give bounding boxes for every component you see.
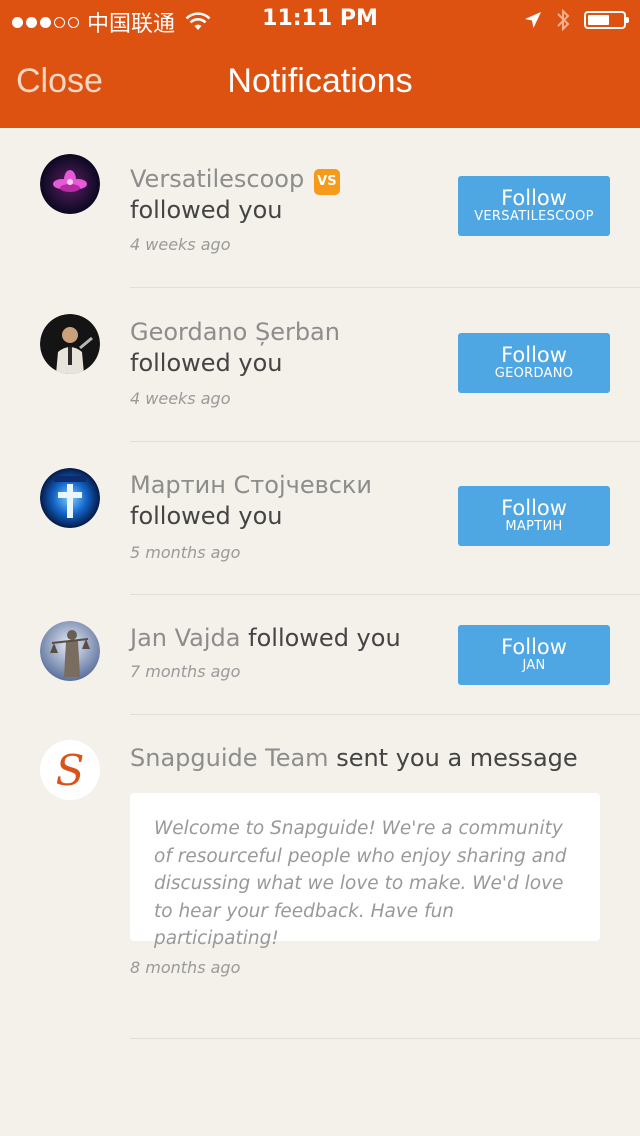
vs-badge-icon: VS: [313, 169, 340, 195]
notification-action: followed you: [248, 624, 401, 652]
avatar[interactable]: [40, 154, 100, 214]
notification-action: followed you: [130, 349, 283, 377]
snapguide-logo-avatar[interactable]: S: [40, 740, 100, 800]
follow-button[interactable]: Follow GEORDANO: [458, 333, 610, 393]
notification-time: 4 weeks ago: [130, 235, 231, 254]
notification-action: followed you: [130, 502, 283, 530]
notification-action: followed you: [130, 196, 283, 224]
divider: [130, 287, 640, 288]
follow-label: Follow: [501, 635, 567, 659]
page-title: Notifications: [227, 62, 413, 100]
notification-text: Jan Vajda followed you: [130, 623, 445, 654]
bluetooth-icon: [557, 8, 570, 32]
follow-button[interactable]: Follow МАРТИН: [458, 486, 610, 546]
navigation-bar: Close Notifications: [0, 40, 640, 128]
follow-label: Follow: [501, 186, 567, 210]
notification-text: Snapguide Team sent you a message: [130, 743, 600, 774]
notification-action: sent you a message: [336, 744, 578, 772]
divider: [130, 714, 640, 715]
message-box[interactable]: Welcome to Snapguide! We're a community …: [130, 793, 600, 949]
status-bar: 中国联通 11:11 PM: [0, 0, 640, 40]
notification-text: Geordano Șerban followed you: [130, 317, 445, 379]
location-arrow-icon: [525, 12, 541, 28]
snapguide-logo-letter: S: [56, 746, 85, 795]
follow-username: JAN: [522, 658, 546, 673]
follow-label: Follow: [501, 343, 567, 367]
follow-username: VERSATILESCOOP: [474, 209, 594, 224]
notification-text: Versatilescoop VS followed you: [130, 164, 445, 226]
follow-button[interactable]: Follow VERSATILESCOOP: [458, 176, 610, 236]
user-name[interactable]: Мартин Стојчевски: [130, 471, 372, 499]
notification-time: 5 months ago: [130, 543, 241, 562]
follow-label: Follow: [501, 496, 567, 520]
avatar[interactable]: [40, 621, 100, 681]
battery-icon: [584, 11, 629, 29]
user-name[interactable]: Snapguide Team: [130, 744, 329, 772]
divider: [130, 594, 640, 595]
user-name[interactable]: Geordano Șerban: [130, 318, 340, 346]
follow-username: МАРТИН: [505, 519, 563, 534]
notification-time: 4 weeks ago: [130, 389, 231, 408]
divider: [130, 1038, 640, 1039]
notification-time: 7 months ago: [130, 662, 241, 681]
notification-time: 8 months ago: [130, 958, 241, 977]
divider: [130, 441, 640, 442]
follow-button[interactable]: Follow JAN: [458, 625, 610, 685]
user-name[interactable]: Jan Vajda: [130, 624, 241, 652]
user-name[interactable]: Versatilescoop: [130, 165, 304, 193]
notification-text: Мартин Стојчевски followed you: [130, 470, 445, 532]
avatar[interactable]: [40, 314, 100, 374]
avatar[interactable]: [40, 468, 100, 528]
follow-username: GEORDANO: [494, 366, 574, 381]
